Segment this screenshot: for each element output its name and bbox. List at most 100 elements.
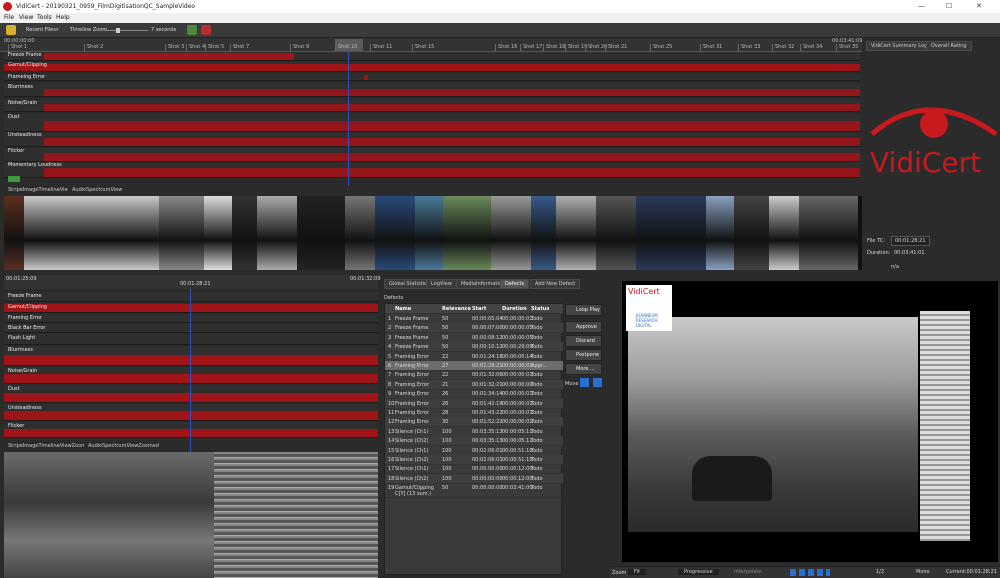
- track-row[interactable]: Momentary Loudness: [4, 162, 860, 178]
- shot-marker[interactable]: Shot 19: [565, 44, 587, 52]
- scan-select[interactable]: Progressive: [678, 569, 719, 575]
- export-icon[interactable]: [187, 25, 197, 35]
- minimize-button[interactable]: —: [918, 2, 925, 10]
- more-button[interactable]: More ...: [565, 363, 602, 375]
- track-row[interactable]: Flicker: [4, 148, 860, 162]
- shot-marker[interactable]: Shot 18: [543, 44, 565, 52]
- tab-stripe-zoomed[interactable]: StripeImageTimelineViewZoomed: [4, 442, 97, 450]
- zoom-track-row[interactable]: Flicker: [4, 422, 378, 438]
- file-info-panel: File TC: 00:01:28:21 Duration: 00:03:41:…: [864, 188, 1000, 272]
- table-cell: 26: [442, 400, 449, 407]
- shot-marker[interactable]: Shot 9: [290, 44, 309, 52]
- approve-button[interactable]: Approve: [565, 321, 602, 333]
- tab-stripe-view[interactable]: StripeImageTimelineView: [4, 186, 76, 194]
- zoom-track-row[interactable]: Blurriness: [4, 346, 378, 366]
- mono-toggle[interactable]: Mono: [916, 569, 930, 575]
- playhead-cursor[interactable]: [348, 52, 349, 186]
- zoom-track-row[interactable]: Freeze Frame: [4, 292, 378, 302]
- track-row[interactable]: Dust: [4, 114, 860, 132]
- zoom-ruler[interactable]: 00:01:25:09 00:01:28:21 00:01:32:09: [4, 275, 381, 289]
- track-row[interactable]: Blurriness: [4, 84, 860, 97]
- zoom-track-row[interactable]: Unsteadiness: [4, 404, 378, 421]
- shot-marker[interactable]: Shot 31: [700, 44, 722, 52]
- stripe-frame: [734, 196, 769, 270]
- shot-marker[interactable]: Shot 21: [605, 44, 627, 52]
- tab-audio-spectrum[interactable]: AudioSpectrumView: [68, 186, 127, 194]
- track-row[interactable]: Gamut/Clipping: [4, 62, 860, 72]
- track-row[interactable]: Frameing Error: [4, 74, 860, 81]
- tab-defects[interactable]: Defects: [500, 279, 530, 289]
- column-header[interactable]: Name: [395, 306, 411, 312]
- tab-overall-rating[interactable]: Overall Rating: [926, 41, 972, 51]
- table-row[interactable]: 19 Gamut/Clipping C[Y] (13 sum.) 50 00:00:0…: [385, 483, 563, 499]
- shot-marker[interactable]: Shot 25: [650, 44, 672, 52]
- table-cell: 00:00:00:01: [502, 419, 533, 426]
- chevron-down-icon[interactable]: ▾: [56, 27, 59, 33]
- zoomed-stripe-image[interactable]: [4, 452, 378, 578]
- playback-controls-icon[interactable]: [790, 569, 830, 576]
- table-cell: 00:00:00:00: [472, 475, 503, 482]
- shot-marker[interactable]: Shot 1: [8, 44, 27, 52]
- column-header[interactable]: Start: [472, 306, 486, 312]
- timeline-zoom-slider[interactable]: [104, 28, 148, 33]
- shot-marker[interactable]: Shot 11: [370, 44, 392, 52]
- zoom-select[interactable]: Fit: [628, 569, 646, 575]
- recent-files-button[interactable]: Recent Files: [26, 27, 56, 33]
- shot-marker[interactable]: Shot 4: [186, 44, 205, 52]
- column-header[interactable]: Duration: [502, 306, 527, 312]
- loop-play-button[interactable]: Loop Play: [565, 304, 602, 316]
- tab-summary-logs[interactable]: VidiCert Summary Logs: [866, 41, 935, 51]
- shot-ruler[interactable]: 00:00:00:00 00:03:41:09 Shot 1 Shot 2 Shot…: [0, 38, 863, 52]
- shot-marker[interactable]: Shot 33: [738, 44, 760, 52]
- table-cell: Todo: [531, 316, 543, 322]
- track-row[interactable]: Noise/Grain: [4, 100, 860, 112]
- shot-marker[interactable]: Shot 5: [205, 44, 224, 52]
- table-cell: 00:00:51:10: [502, 447, 533, 454]
- report-icon[interactable]: [201, 25, 211, 35]
- shot-marker[interactable]: Shot 15: [412, 44, 434, 52]
- stripe-frame: [232, 196, 257, 270]
- postpone-button[interactable]: Postpone: [565, 349, 602, 361]
- menu-help[interactable]: Help: [56, 14, 70, 21]
- shot-marker[interactable]: Shot 34: [800, 44, 822, 52]
- shot-marker[interactable]: Shot 17: [520, 44, 542, 52]
- open-folder-icon[interactable]: [6, 25, 16, 35]
- table-cell: 22: [442, 353, 449, 360]
- zoom-track-row[interactable]: Dust: [4, 385, 378, 403]
- zoom-track-row[interactable]: Black Bar Error: [4, 324, 378, 333]
- interpolate-toggle[interactable]: Interpolate: [734, 569, 761, 575]
- table-cell: Freeze Frame: [395, 325, 429, 332]
- discard-button[interactable]: Discard: [565, 335, 602, 347]
- zoom-track-row[interactable]: Gamut/Clipping: [4, 303, 378, 313]
- menu-view[interactable]: View: [19, 14, 33, 21]
- menu-file[interactable]: File: [4, 14, 14, 21]
- tab-add-new-defect[interactable]: Add New Defect: [530, 279, 581, 289]
- shot-marker[interactable]: Shot 16: [495, 44, 517, 52]
- zoom-track-row[interactable]: Framing Error: [4, 314, 378, 323]
- video-viewer[interactable]: VidiCert JOANNEUM RESEARCH DIGITAL: [622, 281, 998, 562]
- shot-marker[interactable]: Shot 32: [772, 44, 794, 52]
- ratio-select[interactable]: 1/2: [876, 569, 884, 575]
- shot-marker[interactable]: Shot 20: [585, 44, 607, 52]
- tab-logview[interactable]: LogView: [426, 279, 457, 289]
- close-button[interactable]: ✕: [976, 2, 982, 10]
- zoom-track-row[interactable]: Noise/Grain: [4, 367, 378, 384]
- shot-marker[interactable]: Shot 10: [335, 44, 357, 52]
- maximize-button[interactable]: ☐: [946, 2, 952, 10]
- file-tc-value[interactable]: 00:01:28:21: [891, 236, 930, 246]
- tab-audio-zoomed[interactable]: AudioSpectrumViewZoomed: [84, 442, 163, 450]
- column-header[interactable]: Status: [531, 306, 549, 312]
- stripe-image-timeline[interactable]: [4, 196, 862, 270]
- menu-tools[interactable]: Tools: [37, 14, 52, 21]
- shot-marker[interactable]: Shot 3: [165, 44, 184, 52]
- shot-marker[interactable]: Shot 2: [84, 44, 103, 52]
- table-cell: Todo: [531, 372, 543, 379]
- move-down-icon[interactable]: [580, 378, 589, 387]
- shot-marker[interactable]: Shot 7: [230, 44, 249, 52]
- shot-marker[interactable]: Shot 35: [836, 44, 858, 52]
- track-row[interactable]: Freeze Frame: [4, 52, 860, 61]
- track-row[interactable]: Unsteadiness: [4, 132, 860, 147]
- move-up-icon[interactable]: [593, 378, 602, 387]
- zoom-track-row[interactable]: Flash Light: [4, 334, 378, 345]
- column-header[interactable]: Relevance: [442, 306, 471, 312]
